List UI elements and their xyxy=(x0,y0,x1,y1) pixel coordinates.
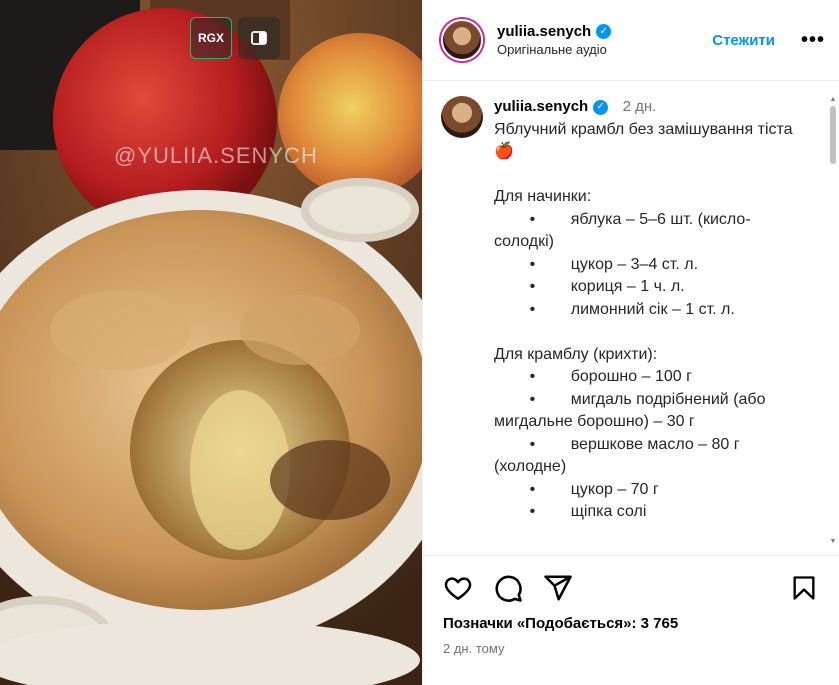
panel-toggle-button[interactable] xyxy=(238,17,280,59)
more-horizontal-icon[interactable]: ••• xyxy=(801,29,825,52)
scrollbar-thumb[interactable] xyxy=(830,106,836,164)
scrollbar[interactable]: ▲ ▼ xyxy=(829,96,837,546)
scroll-up-arrow-icon[interactable]: ▲ xyxy=(829,96,837,104)
action-bar xyxy=(441,568,821,608)
caption-username-row: yuliia.senych ✓ xyxy=(494,96,609,119)
like-button[interactable] xyxy=(441,571,475,605)
caption-username[interactable]: yuliia.senych xyxy=(494,96,588,119)
likes-count[interactable]: Позначки «Подобається»: 3 765 xyxy=(443,615,678,632)
rgx-button[interactable]: RGX xyxy=(190,17,232,59)
watermark-text: @YULIIA.SENYCH xyxy=(114,143,318,168)
post-image[interactable]: @YULIIA.SENYCH RGX xyxy=(0,0,422,685)
caption-body: yuliia.senych ✓ 2 дн. Яблучний крамбл бе… xyxy=(494,96,794,524)
verified-badge-icon: ✓ xyxy=(593,99,609,115)
caption: yuliia.senych ✓ 2 дн. Яблучний крамбл бе… xyxy=(423,82,839,538)
caption-time[interactable]: 2 дн. xyxy=(623,98,657,115)
follow-button[interactable]: Стежити xyxy=(712,32,775,49)
header-username-row: yuliia.senych ✓ xyxy=(497,23,712,40)
post-side-panel: yuliia.senych ✓ Оригінальне аудіо Стежит… xyxy=(422,0,839,685)
post-timestamp[interactable]: 2 дн. тому xyxy=(443,641,504,656)
comment-button[interactable] xyxy=(491,571,525,605)
caption-avatar[interactable] xyxy=(441,96,483,138)
caption-scroll-area[interactable]: yuliia.senych ✓ 2 дн. Яблучний крамбл бе… xyxy=(423,82,839,556)
scroll-down-arrow-icon[interactable]: ▼ xyxy=(829,538,837,546)
caption-text: Яблучний крамбл без замішування тіста 🍎 … xyxy=(494,120,793,521)
panel-toggle-icon xyxy=(251,31,267,45)
crumble-photo xyxy=(0,0,422,685)
comment-icon xyxy=(495,575,522,602)
bookmark-icon xyxy=(793,576,815,600)
audio-label[interactable]: Оригінальне аудіо xyxy=(497,42,712,57)
share-button[interactable] xyxy=(541,571,575,605)
heart-icon xyxy=(444,577,472,600)
header-username[interactable]: yuliia.senych xyxy=(497,23,591,40)
avatar[interactable] xyxy=(441,19,483,61)
caption-meta: yuliia.senych ✓ 2 дн. xyxy=(494,96,794,119)
media-overlay-controls: RGX xyxy=(190,17,280,59)
send-icon xyxy=(544,575,572,601)
verified-badge-icon: ✓ xyxy=(596,24,612,39)
save-button[interactable] xyxy=(787,571,821,605)
post-header: yuliia.senych ✓ Оригінальне аудіо Стежит… xyxy=(423,0,839,81)
header-text: yuliia.senych ✓ Оригінальне аудіо xyxy=(497,23,712,57)
